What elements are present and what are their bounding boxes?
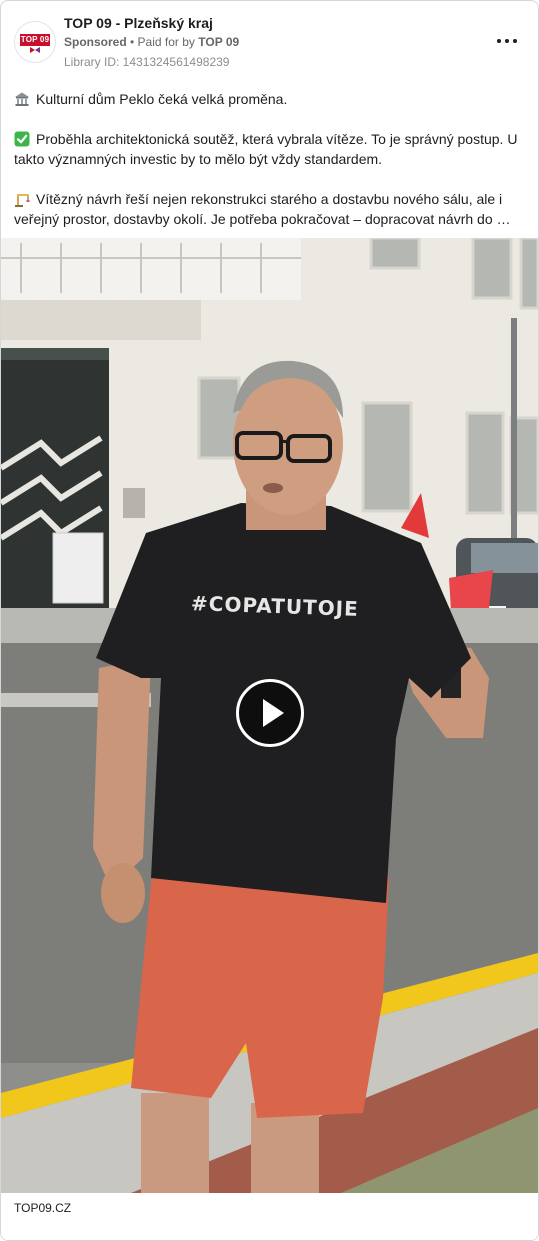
link-caption[interactable]: TOP09.CZ [14, 1201, 71, 1215]
top09-logo: TOP 09 [20, 34, 50, 46]
body-paragraph-text: Proběhla architektonická soutěž, která v… [14, 131, 518, 167]
link-footer[interactable]: TOP09.CZ [1, 1193, 538, 1240]
page-name[interactable]: TOP 09 - Plzeňský kraj [64, 15, 213, 31]
building-emoji-icon [15, 92, 29, 106]
paid-for-prefix: Paid for by [137, 35, 199, 49]
play-button[interactable] [236, 679, 304, 747]
body-paragraph: Kulturní dům Peklo čeká velká proměna. [14, 89, 526, 109]
ad-body-text: Kulturní dům Peklo čeká velká proměna. P… [14, 89, 526, 249]
sponsored-line: Sponsored • Paid for by TOP 09 [64, 35, 239, 49]
sponsored-label: Sponsored [64, 35, 127, 49]
construction-emoji-icon [15, 194, 30, 207]
ad-header: TOP 09 TOP 09 - Plzeňský kraj Sponsored … [1, 1, 538, 81]
ad-card: TOP 09 TOP 09 - Plzeňský kraj Sponsored … [0, 0, 539, 1241]
play-icon [263, 699, 284, 727]
library-id: Library ID: 1431324561498239 [64, 55, 230, 69]
page-avatar[interactable]: TOP 09 [14, 21, 56, 63]
check-mark-emoji-icon [14, 131, 30, 147]
video-player[interactable]: #COPATUTOJE [1, 238, 538, 1193]
more-options-icon[interactable] [496, 33, 518, 49]
meta-separator: • [126, 35, 138, 49]
body-paragraph-text: Vítězný návrh řeší nejen rekonstrukci st… [14, 191, 511, 227]
body-paragraph: Proběhla architektonická soutěž, která v… [14, 129, 526, 169]
body-paragraph: Vítězný návrh řeší nejen rekonstrukci st… [14, 189, 526, 229]
body-paragraph-text: Kulturní dům Peklo čeká velká proměna. [36, 91, 288, 107]
bow-tie-icon [30, 47, 40, 53]
paid-for-name: TOP 09 [198, 35, 240, 49]
